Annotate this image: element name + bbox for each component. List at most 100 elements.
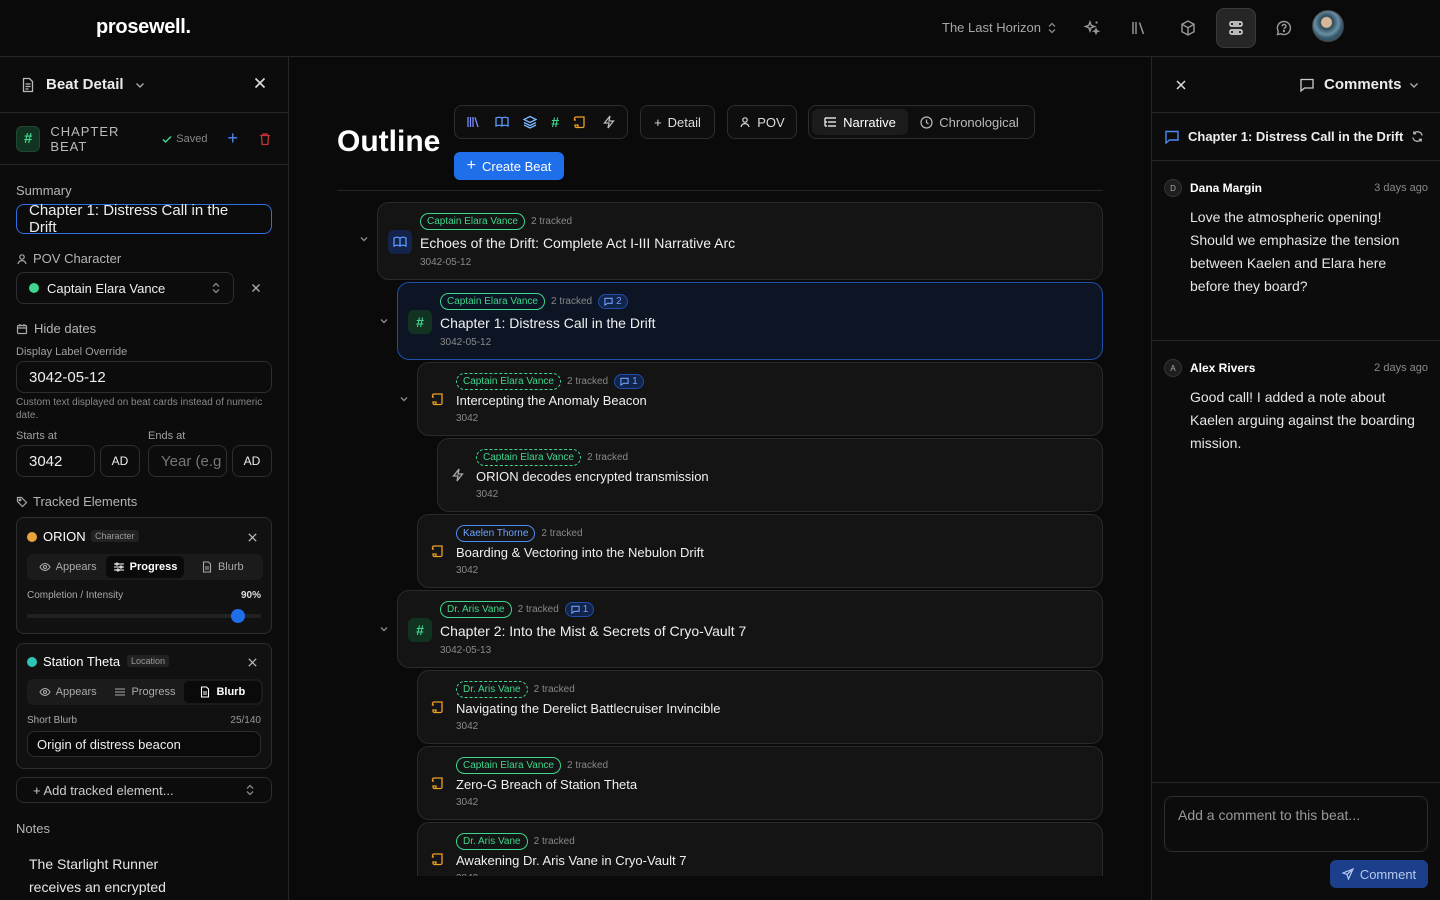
tracked-count: 2 tracked <box>533 684 575 695</box>
ends-input[interactable]: Year (e.g <box>148 445 227 477</box>
scroll-icon[interactable] <box>573 115 587 129</box>
pov-tag[interactable]: Captain Elara Vance <box>420 213 525 230</box>
close-icon[interactable] <box>1174 78 1188 92</box>
starts-input[interactable]: 3042 <box>16 445 95 477</box>
tab-progress[interactable]: Progress <box>106 556 184 578</box>
tab-blurb[interactable]: Blurb <box>183 681 261 703</box>
create-beat-button[interactable]: + Create Beat <box>454 152 564 180</box>
library-icon[interactable] <box>466 115 480 129</box>
close-icon[interactable] <box>252 75 268 91</box>
hide-dates-label: Hide dates <box>34 321 97 336</box>
tracked-element-card: Station Theta Location Appears Progress … <box>16 643 272 769</box>
chevron-down-icon[interactable] <box>379 316 389 326</box>
beat-card[interactable]: Dr. Aris Vane 2 tracked Awakening Dr. Ari… <box>417 822 1103 876</box>
divider <box>337 190 1103 191</box>
tab-appears[interactable]: Appears <box>29 556 106 578</box>
comment-count-badge[interactable]: 2 <box>598 294 628 309</box>
beat-date: 3042-05-12 <box>440 337 492 348</box>
hide-dates-toggle[interactable]: Hide dates <box>16 321 96 336</box>
beat-card[interactable]: Captain Elara Vance 2 tracked Echoes of t… <box>377 202 1103 280</box>
book-open-icon[interactable] <box>494 115 509 129</box>
sparkles-icon[interactable] <box>1072 8 1112 48</box>
comment-count-badge[interactable]: 1 <box>614 374 644 389</box>
chevron-down-icon[interactable] <box>1408 79 1420 91</box>
starts-era-select[interactable]: AD <box>100 445 140 477</box>
comment-icon <box>620 377 629 386</box>
pov-select[interactable]: Captain Elara Vance <box>16 272 234 304</box>
pov-tag[interactable]: Dr. Aris Vane <box>456 833 528 850</box>
box-icon[interactable] <box>1168 8 1208 48</box>
beat-card[interactable]: Dr. Aris Vane 2 tracked Navigating the De… <box>417 670 1103 744</box>
detail-button[interactable]: + Detail <box>640 105 715 139</box>
chevron-down-icon[interactable] <box>359 234 369 244</box>
tracked-label-row: Tracked Elements <box>16 494 137 509</box>
intensity-slider-track[interactable] <box>27 614 261 618</box>
beat-card[interactable]: Captain Elara Vance 2 tracked 1 Intercepti… <box>417 362 1103 436</box>
workflow-icon[interactable] <box>1216 8 1256 48</box>
library-icon[interactable] <box>1119 8 1159 48</box>
user-icon <box>740 117 750 128</box>
beat-title: Chapter 2: Into the Mist & Secrets of Cr… <box>440 623 747 639</box>
comment-time: 3 days ago <box>1374 182 1428 194</box>
saved-status: Saved <box>161 133 207 145</box>
display-label-override-label: Display Label Override <box>16 346 128 358</box>
pov-tag[interactable]: Dr. Aris Vane <box>456 681 528 698</box>
beat-card[interactable]: Captain Elara Vance 2 tracked ORION decod… <box>437 438 1103 512</box>
app-logo[interactable]: prosewell. <box>96 16 191 39</box>
pov-tag[interactable]: Dr. Aris Vane <box>440 601 512 618</box>
chevron-updown-icon <box>1047 22 1057 34</box>
scroll-icon <box>426 695 450 719</box>
add-tracked-select[interactable]: + Add tracked element... <box>16 777 272 803</box>
comments-header: Comments <box>1152 57 1440 113</box>
tab-progress[interactable]: Progress <box>106 681 183 703</box>
beat-card-selected[interactable]: # Captain Elara Vance 2 tracked 2 Chapter … <box>397 282 1103 360</box>
comment-beat-ref: Chapter 1: Distress Call in the Drift <box>1152 113 1440 161</box>
pov-tag[interactable]: Captain Elara Vance <box>476 449 581 466</box>
tab-appears[interactable]: Appears <box>29 681 106 703</box>
chevron-down-icon[interactable] <box>399 394 409 404</box>
comment-count-badge[interactable]: 1 <box>564 602 595 617</box>
ends-era-select[interactable]: AD <box>232 445 272 477</box>
intensity-slider-thumb[interactable] <box>230 609 245 623</box>
notes-line: The Starlight Runner <box>29 856 159 872</box>
pov-tag[interactable]: Captain Elara Vance <box>440 293 545 310</box>
pov-value: Captain Elara Vance <box>47 280 166 296</box>
chevron-down-icon[interactable] <box>134 79 146 91</box>
zap-icon[interactable] <box>602 115 616 129</box>
close-icon[interactable] <box>247 657 258 668</box>
beat-card[interactable]: Captain Elara Vance 2 tracked Zero-G Brea… <box>417 746 1103 820</box>
add-icon[interactable]: + <box>227 128 238 149</box>
comment-input[interactable]: Add a comment to this beat... <box>1164 796 1428 852</box>
narrative-toggle[interactable]: Narrative <box>812 109 908 135</box>
layers-icon[interactable] <box>522 115 537 129</box>
pov-tag[interactable]: Captain Elara Vance <box>456 757 561 774</box>
submit-label: Comment <box>1359 866 1417 882</box>
project-switcher[interactable]: The Last Horizon <box>942 20 1057 35</box>
pov-tag[interactable]: Captain Elara Vance <box>456 373 561 390</box>
beat-title: Echoes of the Drift: Complete Act I-III … <box>420 235 736 251</box>
beat-title: ORION decodes encrypted transmission <box>476 469 709 484</box>
clear-pov-icon[interactable] <box>250 282 262 294</box>
beat-card[interactable]: Kaelen Thorne 2 tracked Boarding & Vector… <box>417 514 1103 588</box>
summary-input[interactable]: Chapter 1: Distress Call in the Drift <box>16 202 272 236</box>
pov-button[interactable]: POV <box>727 105 797 139</box>
user-avatar[interactable] <box>1312 10 1344 42</box>
beat-card[interactable]: # Dr. Aris Vane 2 tracked 1 Chapter 2: Int… <box>397 590 1103 668</box>
hash-icon[interactable]: # <box>551 114 559 130</box>
blurb-input[interactable]: Origin of distress beacon <box>27 731 261 757</box>
field-label: Completion / Intensity <box>27 590 124 601</box>
refresh-icon[interactable] <box>1411 130 1424 143</box>
trash-icon[interactable] <box>258 132 272 146</box>
page-title: Outline <box>337 125 441 158</box>
display-label-input[interactable]: 3042-05-12 <box>16 361 272 393</box>
chevron-down-icon[interactable] <box>379 624 389 634</box>
tab-blurb[interactable]: Blurb <box>184 556 261 578</box>
submit-comment-button[interactable]: Comment <box>1330 860 1428 888</box>
pov-tag[interactable]: Kaelen Thorne <box>456 525 536 542</box>
beat-date: 3042 <box>456 413 479 424</box>
close-icon[interactable] <box>247 532 258 543</box>
chronological-toggle[interactable]: Chronological <box>908 109 1031 135</box>
notes-editor[interactable]: The Starlight Runner receives an encrypt… <box>29 853 166 899</box>
help-chat-icon[interactable] <box>1264 8 1304 48</box>
beat-ref-title[interactable]: Chapter 1: Distress Call in the Drift <box>1188 129 1403 144</box>
